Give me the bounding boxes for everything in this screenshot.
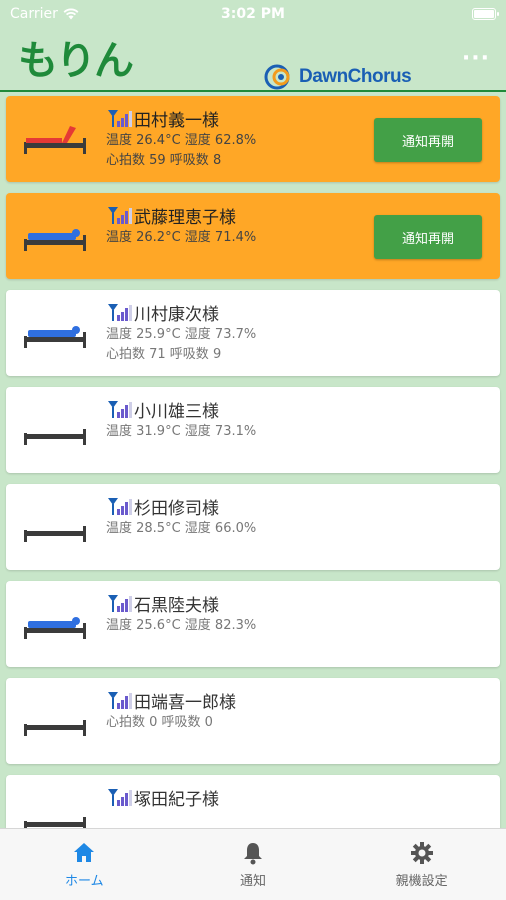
more-dots-icon[interactable]: ··· — [462, 48, 490, 70]
bed-status-icon — [24, 720, 86, 736]
resident-name: 杉田修司様 — [134, 498, 219, 519]
resident-card[interactable]: 武藤理恵子様 温度 26.2°C 湿度 71.4% 通知再開 — [6, 193, 500, 279]
environment-readout: 温度 25.9°C 湿度 73.7% — [106, 327, 257, 342]
name-row: 塚田紀子様 — [106, 785, 370, 810]
tab-label: ホーム — [65, 874, 104, 889]
resident-info: 武藤理恵子様温度 26.2°C 湿度 71.4% — [106, 203, 370, 247]
environment-readout: 心拍数 0 呼吸数 0 — [106, 715, 213, 730]
resident-info: 杉田修司様温度 28.5°C 湿度 66.0% — [106, 494, 370, 538]
environment-readout: 温度 26.4°C 湿度 62.8% — [106, 133, 257, 148]
name-row: 武藤理恵子様 — [106, 203, 370, 228]
bed-status-icon — [24, 326, 86, 348]
resident-card[interactable]: 田村義一様温度 26.4°C 湿度 62.8% 心拍数 59 呼吸数 8 通知再開 — [6, 96, 500, 182]
resident-name: 石黒陸夫様 — [134, 595, 219, 616]
resume-notification-button[interactable]: 通知再開 — [374, 118, 482, 162]
gear-icon — [410, 842, 433, 864]
resident-card[interactable]: 川村康次様温度 25.9°C 湿度 73.7% 心拍数 71 呼吸数 9 — [6, 290, 500, 376]
signal-strength-icon — [108, 304, 132, 321]
resident-info: 田村義一様温度 26.4°C 湿度 62.8% 心拍数 59 呼吸数 8 — [106, 106, 370, 170]
bed-status-icon — [24, 526, 86, 542]
app-logo: もりん — [18, 38, 134, 84]
app-header: もりん DawnChorus ··· — [0, 28, 506, 92]
resident-name: 小川雄三様 — [134, 401, 219, 422]
signal-strength-icon — [108, 401, 132, 418]
header-divider — [0, 90, 506, 92]
name-row: 小川雄三様 — [106, 397, 370, 422]
tab-gear[interactable]: 親機設定 — [337, 829, 506, 900]
resident-name: 田端喜一郎様 — [134, 692, 236, 713]
resident-info: 川村康次様温度 25.9°C 湿度 73.7% 心拍数 71 呼吸数 9 — [106, 300, 370, 364]
name-row: 田端喜一郎様 — [106, 688, 370, 713]
name-row: 杉田修司様 — [106, 494, 370, 519]
resident-info: 小川雄三様温度 31.9°C 湿度 73.1% — [106, 397, 370, 441]
home-icon — [74, 843, 95, 862]
resident-card[interactable]: 田端喜一郎様心拍数 0 呼吸数 0 — [6, 678, 500, 764]
name-row: 川村康次様 — [106, 300, 370, 325]
bell-icon — [244, 843, 262, 865]
tab-bar: ホーム 通知 親機設定 — [0, 828, 506, 900]
battery-icon — [472, 8, 499, 20]
bed-status-icon — [24, 229, 86, 251]
signal-strength-icon — [108, 207, 132, 224]
resident-name: 武藤理恵子様 — [134, 207, 236, 228]
resident-info: 田端喜一郎様心拍数 0 呼吸数 0 — [106, 688, 370, 732]
carrier-label: Carrier — [10, 6, 58, 22]
tab-label: 親機設定 — [395, 874, 448, 889]
brand-logo: DawnChorus — [264, 64, 412, 90]
name-row: 田村義一様 — [106, 106, 370, 131]
resident-card[interactable]: 小川雄三様温度 31.9°C 湿度 73.1% — [6, 387, 500, 473]
resident-card[interactable]: 杉田修司様温度 28.5°C 湿度 66.0% — [6, 484, 500, 570]
status-left: Carrier — [10, 6, 79, 22]
vitals-readout: 心拍数 59 呼吸数 8 — [106, 153, 222, 168]
wifi-icon — [63, 8, 79, 20]
status-bar: Carrier 3:02 PM — [0, 0, 506, 28]
signal-strength-icon — [108, 498, 132, 515]
resident-name: 川村康次様 — [134, 304, 219, 325]
signal-strength-icon — [108, 110, 132, 127]
resident-info: 塚田紀子様 — [106, 785, 370, 810]
resident-name: 塚田紀子様 — [134, 789, 219, 810]
resident-name: 田村義一様 — [134, 110, 219, 131]
tab-bell[interactable]: 通知 — [169, 829, 338, 900]
tab-home[interactable]: ホーム — [0, 829, 169, 900]
brand-mark-icon — [264, 64, 290, 90]
signal-strength-icon — [108, 789, 132, 806]
environment-readout: 温度 28.5°C 湿度 66.0% — [106, 521, 257, 536]
resident-info: 石黒陸夫様温度 25.6°C 湿度 82.3% — [106, 591, 370, 635]
resident-list: 田村義一様 温度 26.4°C 湿度 62.8% 心拍数 59 呼吸数 8 通知再開武… — [6, 96, 500, 872]
environment-readout: 温度 25.6°C 湿度 82.3% — [106, 618, 257, 633]
signal-strength-icon — [108, 595, 132, 612]
environment-readout: 温度 31.9°C 湿度 73.1% — [106, 424, 257, 439]
bed-status-icon — [24, 429, 86, 445]
bed-status-icon — [24, 617, 86, 639]
brand-name: DawnChorus — [299, 66, 412, 87]
resident-card[interactable]: 石黒陸夫様温度 25.6°C 湿度 82.3% — [6, 581, 500, 667]
environment-readout: 温度 26.2°C 湿度 71.4% — [106, 230, 257, 245]
tab-label: 通知 — [240, 874, 267, 889]
bed-status-icon — [24, 126, 86, 154]
vitals-readout: 心拍数 71 呼吸数 9 — [106, 347, 222, 362]
signal-strength-icon — [108, 692, 132, 709]
name-row: 石黒陸夫様 — [106, 591, 370, 616]
resume-notification-button[interactable]: 通知再開 — [374, 215, 482, 259]
